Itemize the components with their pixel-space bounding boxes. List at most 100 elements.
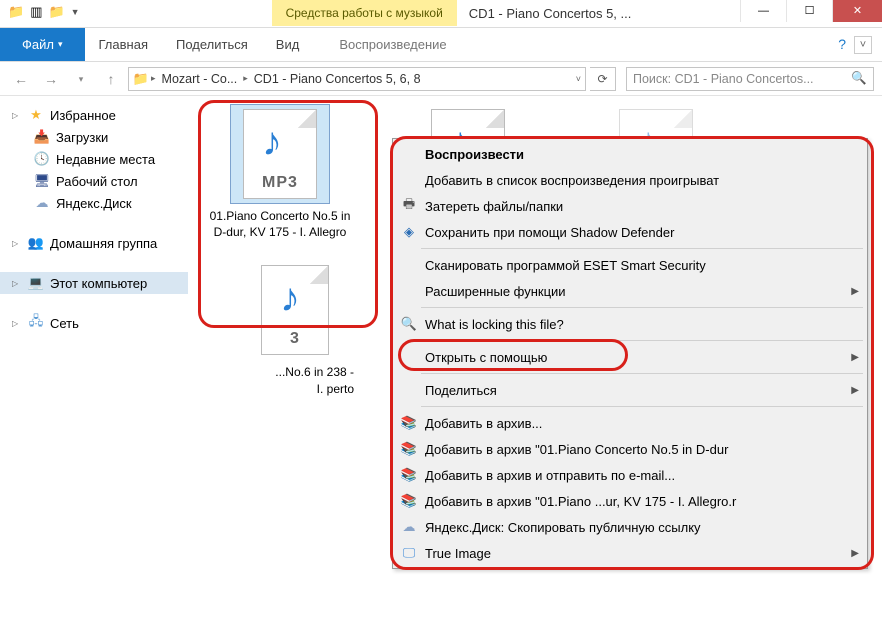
close-button[interactable]: ✕ [832,0,882,22]
computer-icon: 💻 [28,275,44,291]
ctx-wipe[interactable]: 🖶 Затереть файлы/папки [395,193,865,219]
ctx-archive-email[interactable]: 📚Добавить в архив и отправить по e-mail.… [395,462,865,488]
search-icon: 🔍 [851,71,867,86]
file-tab-chevron-icon: ▾ [58,39,63,50]
refresh-button[interactable]: ⟳ [590,67,616,91]
sidebar-label: Загрузки [56,130,108,145]
address-bar: ← → ▾ ↑ 📁 ▸ Mozart - Co... ▸ CD1 - Piano… [0,62,882,96]
breadcrumb[interactable]: Mozart - Co... [158,72,242,86]
search-box[interactable]: Поиск: CD1 - Piano Concertos... 🔍 [626,67,874,91]
sidebar-label: Этот компьютер [50,276,147,291]
ctx-label: Затереть файлы/папки [425,199,563,214]
qat-chevron-icon[interactable]: ▼ [71,7,80,17]
rar-icon: 📚 [399,440,419,458]
address-box[interactable]: 📁 ▸ Mozart - Co... ▸ CD1 - Piano Concert… [128,67,586,91]
star-icon: ★ [28,107,44,123]
sidebar-item-downloads[interactable]: 📥 Загрузки [0,126,188,148]
ctx-label: Добавить в список воспроизведения проигр… [425,173,719,188]
rar-icon: 📚 [399,466,419,484]
sidebar-label: Избранное [50,108,116,123]
folder-icon: 📁 [133,71,149,87]
ctx-add-to-playlist[interactable]: Добавить в список воспроизведения проигр… [395,167,865,193]
ctx-true-image[interactable]: 🖵True Image▶ [395,540,865,566]
forward-button[interactable]: → [38,66,64,92]
ctx-advanced[interactable]: Расширенные функции ▶ [395,278,865,304]
explorer-icon[interactable]: 📁 [8,4,24,20]
ctx-label: Сканировать программой ESET Smart Securi… [425,258,706,273]
ctx-add-archive-named[interactable]: 📚 Добавить в архив "01.Piano Concerto No.… [395,436,865,462]
collapse-icon: ▷ [12,111,22,120]
window-controls: — ☐ ✕ [740,0,882,22]
address-chevron-icon[interactable]: ˅ [576,74,581,84]
mp3-icon: ♪MP3 [243,109,317,199]
tab-home[interactable]: Главная [85,28,162,61]
sidebar-item-desktop[interactable]: 🖥 Рабочий стол [0,170,188,192]
tab-view[interactable]: Вид [262,28,314,61]
ctx-share[interactable]: Поделиться ▶ [395,377,865,403]
file-item[interactable]: ♪3 ...No.6 in 238 - I. perto [206,260,354,413]
ctx-add-archive[interactable]: 📚Добавить в архив... [395,410,865,436]
sidebar-network[interactable]: ▷ 🖧 Сеть [0,312,188,334]
collapse-icon: ▷ [12,279,22,288]
ctx-label: Сохранить при помощи Shadow Defender [425,225,674,240]
ctx-label: Добавить в архив "01.Piano Concerto No.5… [425,442,728,457]
submenu-arrow-icon: ▶ [851,286,859,297]
desktop-icon: 🖥 [34,173,50,189]
menu-separator [421,340,863,341]
properties-icon[interactable]: ▥ [30,4,42,20]
ribbon-toggle-button[interactable]: ˅ [854,36,872,54]
file-thumbnail: ♪3 [230,260,330,360]
history-chevron-icon[interactable]: ▾ [68,66,94,92]
lock-search-icon: 🔍 [399,315,419,333]
sidebar-label: Яндекс.Диск [56,196,132,211]
ctx-what-locking[interactable]: 🔍What is locking this file? [395,311,865,337]
crumb-sep-icon: ▸ [241,73,250,84]
shield-icon: ◈ [399,223,419,241]
help-icon[interactable]: ? [838,36,846,52]
sidebar-label: Домашняя группа [50,236,157,251]
ctx-add-archive-named2[interactable]: 📚 Добавить в архив "01.Piano ...ur, KV 17… [395,488,865,514]
file-tab[interactable]: Файл ▾ [0,28,85,61]
back-button[interactable]: ← [8,66,34,92]
maximize-button[interactable]: ☐ [786,0,832,22]
ctx-play[interactable]: Воспроизвести [395,141,865,167]
sidebar-this-pc[interactable]: ▷ 💻 Этот компьютер [0,272,188,294]
ctx-label: Расширенные функции [425,284,566,299]
ctx-eset-scan[interactable]: Сканировать программой ESET Smart Securi… [395,252,865,278]
homegroup-icon: 👥 [28,235,44,251]
shredder-icon: 🖶 [399,197,419,215]
main-area: ▷ ★ Избранное 📥 Загрузки 🕓 Недавние мест… [0,96,882,617]
network-icon: 🖧 [28,315,44,331]
sidebar-item-recent[interactable]: 🕓 Недавние места [0,148,188,170]
sidebar: ▷ ★ Избранное 📥 Загрузки 🕓 Недавние мест… [0,96,188,617]
rar-icon: 📚 [399,492,419,510]
new-folder-icon[interactable]: 📁 [48,4,64,20]
breadcrumb[interactable]: CD1 - Piano Concertos 5, 6, 8 [250,72,425,86]
contextual-tab-label: Средства работы с музыкой [272,0,457,26]
sidebar-label: Недавние места [56,152,155,167]
ctx-label: Воспроизвести [425,147,524,162]
submenu-arrow-icon: ▶ [851,385,859,396]
file-thumbnail: ♪MP3 [230,104,330,204]
yandex-disk-icon: ☁ [399,518,419,536]
file-view[interactable]: ♪MP3 01.Piano Concerto No.5 in D-dur, KV… [188,96,882,617]
file-item[interactable]: ♪MP3 01.Piano Concerto No.5 in D-dur, KV… [206,104,354,240]
ctx-open-with[interactable]: Открыть с помощью▶ [395,344,865,370]
minimize-button[interactable]: — [740,0,786,22]
file-name: ...No.6 in 238 - I. perto [206,364,354,396]
sidebar-item-yandex-disk[interactable]: ☁ Яндекс.Диск [0,192,188,214]
ctx-label: Открыть с помощью [425,350,547,365]
sidebar-label: Сеть [50,316,79,331]
ctx-label: Добавить в архив "01.Piano ...ur, KV 175… [425,494,736,509]
sidebar-favorites[interactable]: ▷ ★ Избранное [0,104,188,126]
ctx-yandex-copy-link[interactable]: ☁Яндекс.Диск: Скопировать публичную ссыл… [395,514,865,540]
collapse-icon: ▷ [12,319,22,328]
search-placeholder: Поиск: CD1 - Piano Concertos... [633,72,814,86]
quick-access-toolbar: 📁 ▥ 📁 ▼ [0,0,84,20]
tab-playback[interactable]: Воспроизведение [325,28,460,61]
tab-share[interactable]: Поделиться [162,28,262,61]
ctx-label: Поделиться [425,383,497,398]
sidebar-homegroup[interactable]: ▷ 👥 Домашняя группа [0,232,188,254]
up-button[interactable]: ↑ [98,66,124,92]
ctx-shadow-defender[interactable]: ◈ Сохранить при помощи Shadow Defender [395,219,865,245]
